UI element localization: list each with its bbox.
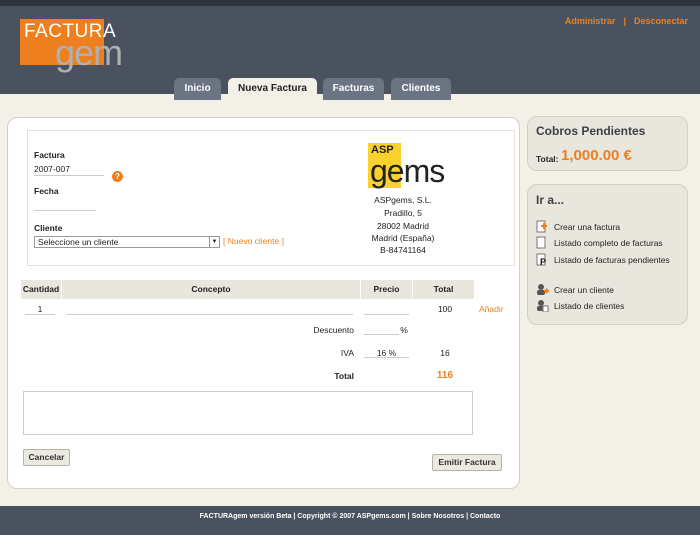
invoice-header-box: Factura 2007-007 ? Fecha Cliente Selecci… (27, 130, 515, 266)
question-icon[interactable]: ? (112, 171, 123, 182)
footer-separator: | (407, 513, 410, 520)
document-icon (536, 236, 547, 249)
tab-nueva-factura[interactable]: Nueva Factura (228, 78, 317, 100)
header-precio: Precio (361, 280, 413, 299)
notes-textarea[interactable] (23, 391, 473, 435)
emit-invoice-button[interactable]: Emitir Factura (432, 454, 502, 471)
header-concepto: Concepto (62, 280, 361, 299)
footer-copyright[interactable]: Copyright © 2007 ASPgems.com (297, 513, 405, 520)
items-table-header: Cantidad Concepto Precio Total (21, 280, 474, 299)
iva-total: 16 (440, 348, 450, 358)
concepto-input[interactable] (67, 302, 353, 315)
company-name: ASPgems, S.L. (374, 195, 432, 205)
new-document-icon (536, 220, 547, 233)
pending-total-value: 1,000.00 € (561, 147, 632, 164)
header-total: Total (433, 284, 454, 294)
chevron-down-icon: ▼ (209, 237, 219, 247)
row-total-value: 100 (437, 304, 453, 314)
descuento-label: Descuento (313, 325, 354, 335)
iva-value: 16 % (376, 348, 397, 358)
svg-text:P: P (540, 257, 546, 266)
app-header: FACTURA gem Administrar | Desconectar Inic… (0, 0, 700, 100)
company-street: Pradillo, 5 (384, 208, 422, 218)
footer-contact-link[interactable]: Contacto (470, 513, 500, 520)
users-list-icon (536, 299, 549, 313)
top-links: Administrar | Desconectar (565, 16, 688, 26)
add-user-icon (536, 283, 549, 296)
logo-text-bottom: gem (55, 32, 123, 73)
iva-label: IVA (340, 348, 354, 358)
goto-pending-invoices-label: Listado de facturas pendientes (554, 255, 670, 265)
footer-separator: | (293, 513, 296, 520)
company-city: 28002 Madrid (377, 221, 429, 231)
total-label: Total (334, 371, 354, 381)
cliente-select-value: Seleccione un cliente (38, 237, 119, 247)
tab-facturas[interactable]: Facturas (323, 78, 384, 100)
pending-payments-title: Cobros Pendientes (536, 124, 646, 138)
invoice-form-panel: Factura 2007-007 ? Fecha Cliente Selecci… (7, 117, 520, 489)
cliente-label: Cliente (34, 223, 63, 233)
cantidad-value: 1 (37, 304, 43, 314)
new-client-link[interactable]: [ Nuevo cliente ] (223, 236, 284, 246)
fecha-label: Fecha (34, 186, 59, 196)
pending-document-icon: P (536, 253, 547, 267)
goto-create-client-label: Crear un cliente (554, 285, 615, 295)
descuento-input[interactable] (364, 322, 399, 335)
company-region: Madrid (España) (371, 233, 435, 243)
company-logo: ASP gems (368, 143, 460, 190)
admin-link[interactable]: Administrar (565, 16, 616, 26)
footer-brand: FACTURAgem versión Beta (199, 513, 292, 520)
add-line-link[interactable]: Añadir (479, 304, 504, 314)
footer-separator: | (466, 513, 469, 520)
company-logo-bottom: gems (370, 153, 445, 189)
tab-clientes[interactable]: Clientes (391, 78, 451, 100)
logout-link[interactable]: Desconectar (634, 16, 688, 26)
pending-total-label: Total: (536, 154, 559, 164)
goto-title: Ir a... (536, 193, 565, 207)
company-cif: B-84741164 (380, 245, 426, 255)
goto-client-list-label: Listado de clientes (554, 301, 625, 311)
cancel-button[interactable]: Cancelar (23, 449, 70, 466)
descuento-unit: % (400, 325, 408, 335)
goto-panel: Ir a... Crear una factura Listado comple… (527, 184, 688, 325)
cliente-select[interactable]: Seleccione un cliente ▼ (34, 236, 220, 248)
factura-label: Factura (34, 150, 65, 160)
footer-about-link[interactable]: Sobre Nosotros (412, 513, 465, 520)
tab-inicio[interactable]: Inicio (174, 78, 221, 100)
link-separator: | (623, 16, 626, 26)
header-cantidad: Cantidad (21, 280, 62, 299)
factura-number-field[interactable]: 2007-007 (34, 162, 104, 176)
grand-total-value: 116 (436, 370, 454, 381)
precio-input[interactable] (364, 302, 409, 315)
goto-create-invoice-label: Crear una factura (554, 222, 621, 232)
app-footer: FACTURAgem versión Beta | Copyright © 20… (0, 506, 700, 535)
goto-invoice-list-label: Listado completo de facturas (554, 238, 663, 248)
pending-payments-panel: Cobros Pendientes Total: 1,000.00 € (527, 116, 688, 171)
fecha-field[interactable] (34, 198, 96, 211)
facturagem-logo[interactable]: FACTURA gem (20, 19, 132, 73)
